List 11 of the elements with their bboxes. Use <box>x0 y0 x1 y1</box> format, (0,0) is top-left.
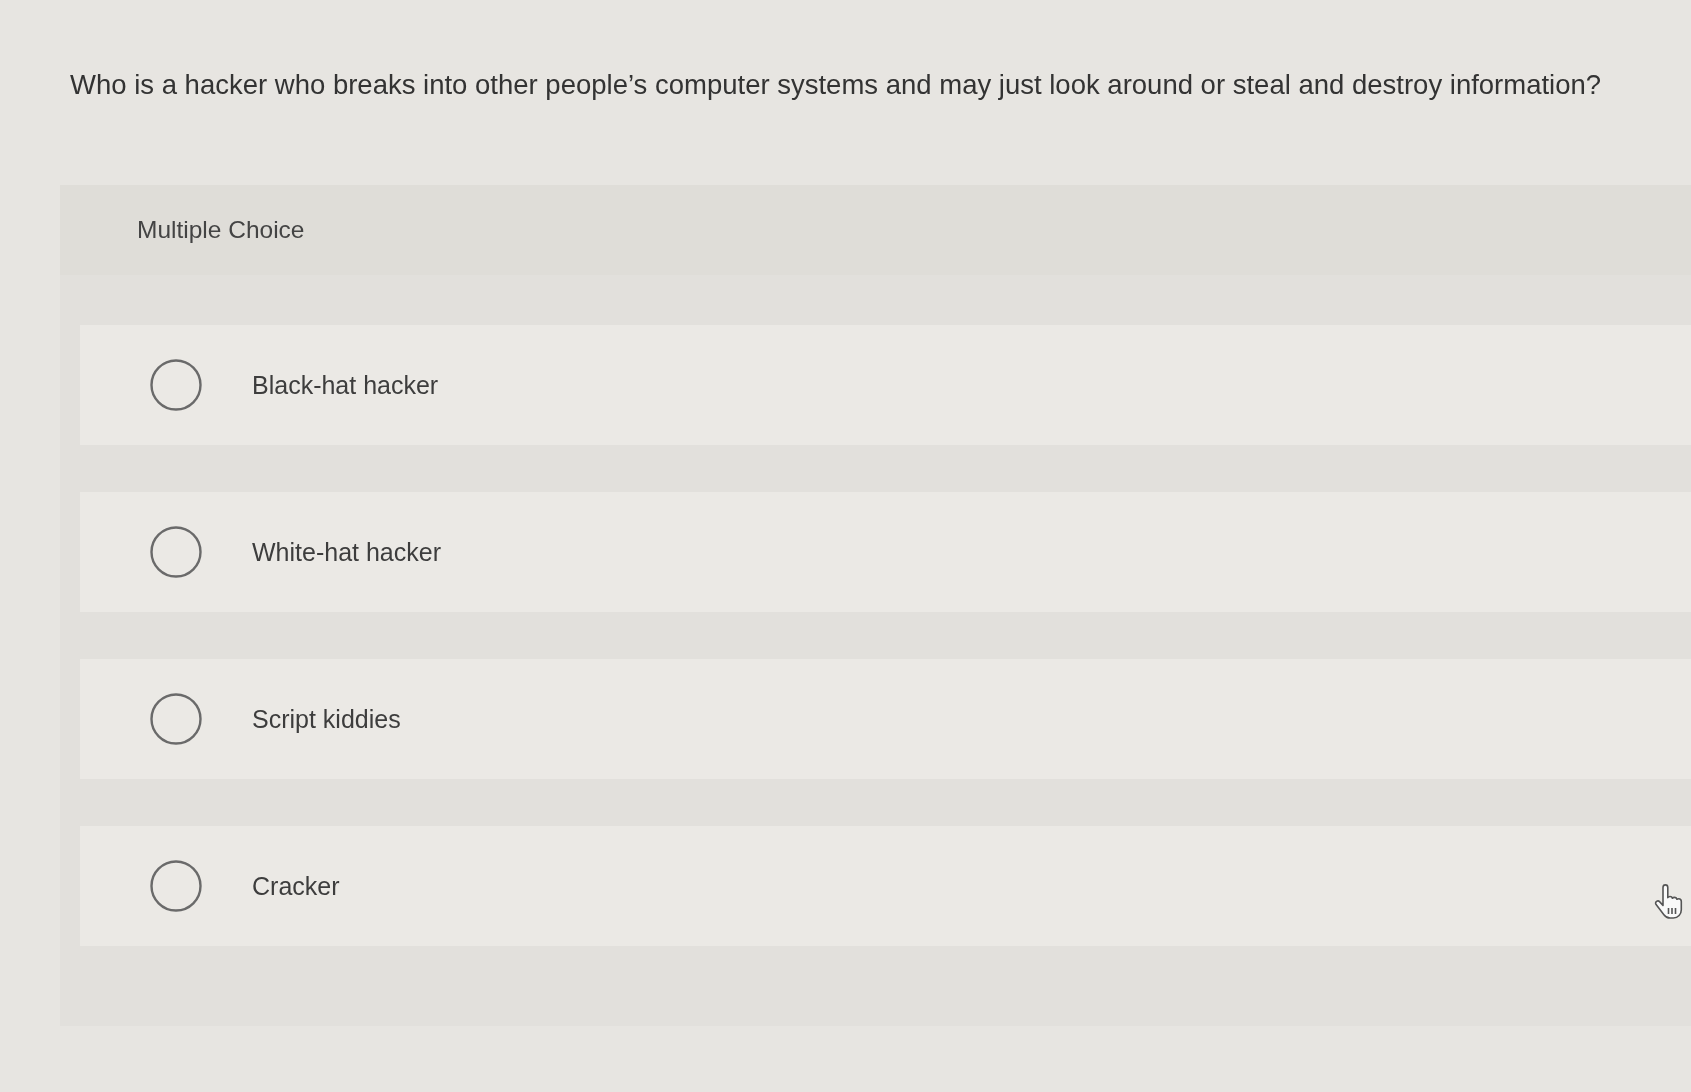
radio-button[interactable] <box>150 526 202 578</box>
question-text: Who is a hacker who breaks into other people’s computer systems and may just look around or steal and destroy information? <box>70 68 1603 102</box>
answer-option[interactable]: White-hat hacker <box>80 492 1691 612</box>
section-label: Multiple Choice <box>137 216 305 244</box>
radio-button[interactable] <box>150 860 202 912</box>
radio-button[interactable] <box>150 359 202 411</box>
radio-button[interactable] <box>150 693 202 745</box>
answer-option[interactable]: Script kiddies <box>80 659 1691 779</box>
hand-pointer-icon <box>1654 884 1684 920</box>
answer-option[interactable]: Cracker <box>80 826 1691 946</box>
answer-option[interactable]: Black-hat hacker <box>80 325 1691 445</box>
